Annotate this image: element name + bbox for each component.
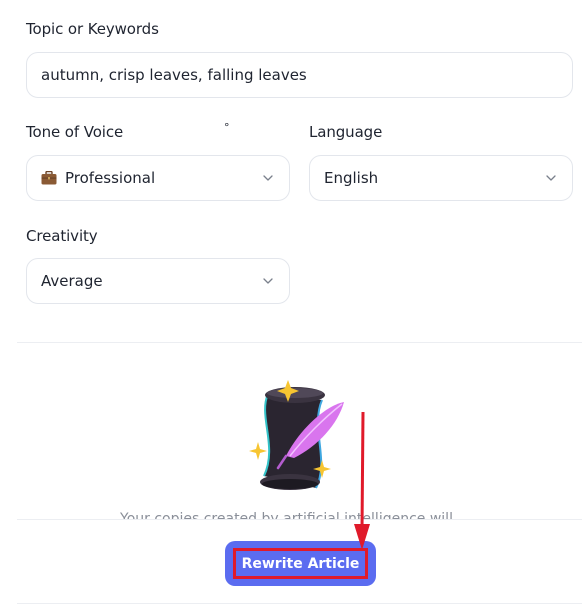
footer-divider — [17, 519, 582, 520]
chevron-down-icon — [263, 175, 273, 181]
bottom-divider — [17, 603, 582, 604]
creativity-label: Creativity — [26, 227, 98, 245]
tone-select[interactable]: Professional — [26, 155, 290, 201]
language-select[interactable]: English — [309, 155, 573, 201]
topic-field[interactable] — [26, 52, 573, 98]
tone-marker: ° — [224, 121, 230, 134]
annotation-arrow-icon — [354, 412, 370, 550]
section-divider — [17, 342, 582, 343]
topic-input[interactable] — [41, 66, 558, 84]
scroll-quill-icon — [249, 380, 344, 490]
tone-value: Professional — [65, 169, 156, 187]
rewrite-article-button[interactable]: Rewrite Article — [233, 548, 368, 579]
briefcase-icon — [41, 171, 57, 185]
creativity-value: Average — [41, 272, 103, 290]
rewrite-form-page: Topic or Keywords Tone of Voice ° Profes… — [0, 0, 582, 609]
chevron-down-icon — [546, 175, 556, 181]
creativity-select[interactable]: Average — [26, 258, 290, 304]
tone-label: Tone of Voice — [26, 123, 124, 141]
language-label: Language — [309, 123, 383, 141]
empty-state-text: Your copies created by artificial intell… — [120, 511, 453, 519]
chevron-down-icon — [263, 278, 273, 284]
topic-label: Topic or Keywords — [26, 20, 159, 38]
language-value: English — [324, 169, 379, 187]
